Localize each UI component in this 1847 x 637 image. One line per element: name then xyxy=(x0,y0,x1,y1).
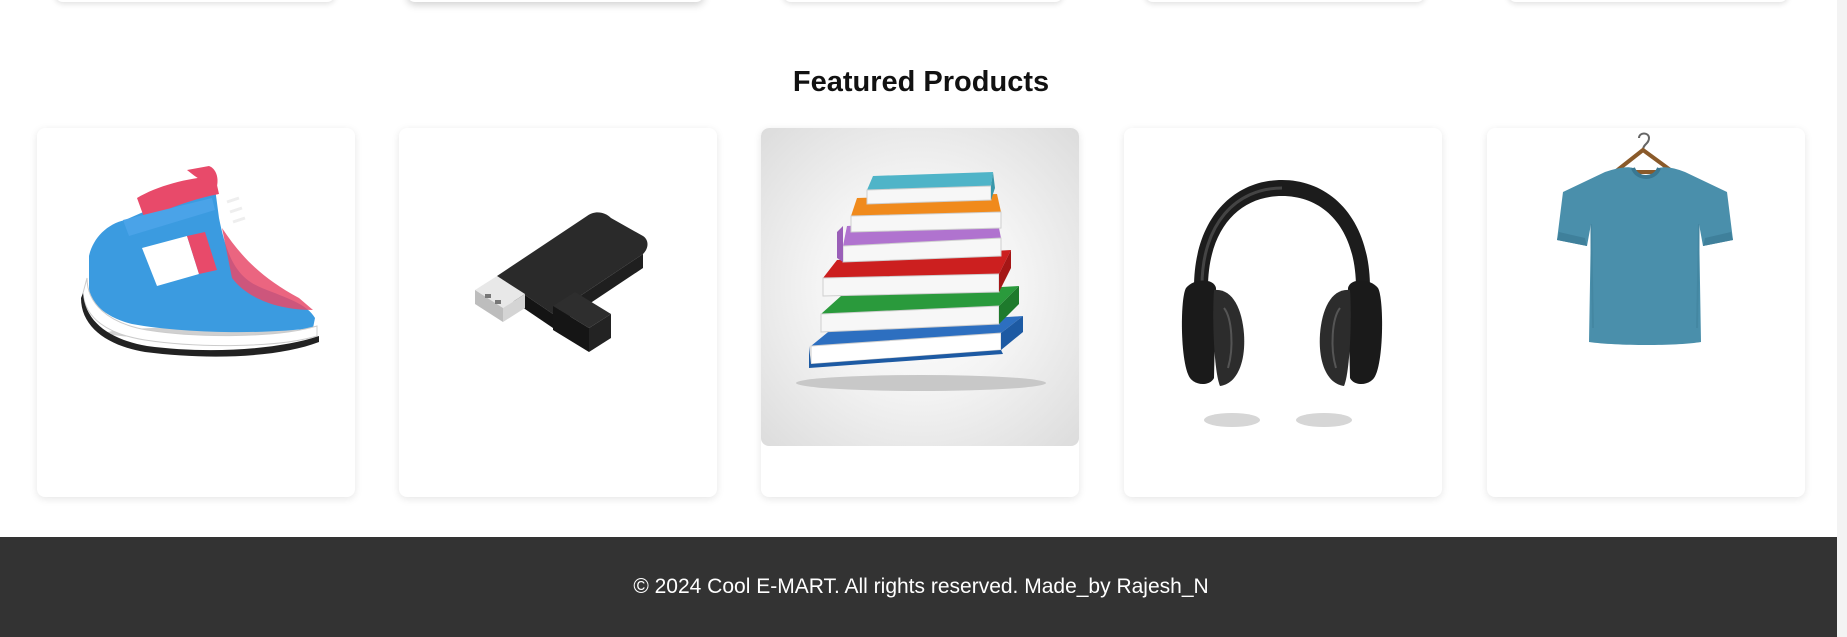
books-icon xyxy=(761,128,1079,446)
scrollbar[interactable] xyxy=(1837,0,1847,637)
product-card-sneaker[interactable] xyxy=(37,128,355,497)
sneaker-icon xyxy=(81,166,319,357)
product-card-tshirt[interactable] xyxy=(1487,128,1805,497)
usb-drive-icon xyxy=(475,212,648,352)
featured-products-grid xyxy=(37,128,1805,498)
partial-card[interactable] xyxy=(1145,0,1425,2)
product-card-headphones[interactable] xyxy=(1124,128,1442,497)
headphones-icon xyxy=(1181,180,1383,427)
product-card-usb-drive[interactable] xyxy=(399,128,717,497)
site-footer: © 2024 Cool E-MART. All rights reserved.… xyxy=(0,537,1847,637)
previous-section-cards xyxy=(0,0,1847,6)
partial-card[interactable] xyxy=(1508,0,1788,2)
product-card-books[interactable] xyxy=(761,128,1079,497)
partial-card[interactable] xyxy=(55,0,335,2)
copyright-text: © 2024 Cool E-MART. All rights reserved.… xyxy=(633,575,1209,598)
partial-card[interactable] xyxy=(783,0,1063,2)
partial-card[interactable] xyxy=(407,0,704,2)
featured-products-title: Featured Products xyxy=(792,66,1050,98)
page: Featured Products © 2024 Cool E-MART. Al… xyxy=(0,0,1847,637)
tshirt-icon xyxy=(1557,132,1733,345)
